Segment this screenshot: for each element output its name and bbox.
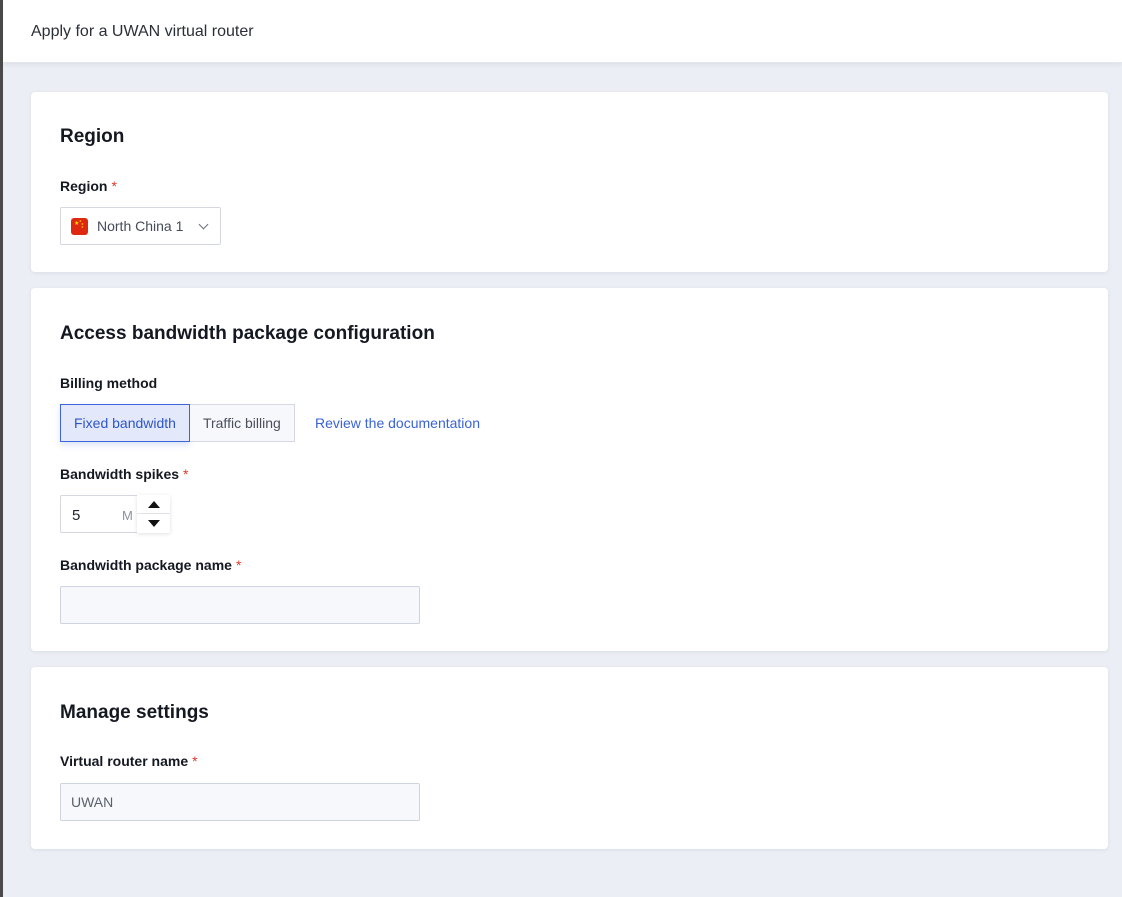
bandwidth-package-card: Access bandwidth package configuration B… bbox=[31, 288, 1108, 651]
stepper-buttons bbox=[137, 495, 170, 533]
increment-button[interactable] bbox=[137, 495, 170, 514]
required-asterisk: * bbox=[183, 466, 189, 482]
china-flag-icon: ★ ★ ★ ★ bbox=[71, 217, 88, 235]
bandwidth-unit: M bbox=[122, 508, 133, 523]
required-asterisk: * bbox=[235, 557, 242, 573]
bandwidth-spikes-value: 5 bbox=[72, 507, 81, 524]
region-select[interactable]: ★ ★ ★ ★ North China 1 bbox=[60, 207, 221, 245]
region-card: Region Region * ★ ★ ★ ★ North China 1 bbox=[31, 92, 1108, 272]
router-name-label-text: Virtual router name bbox=[60, 753, 189, 769]
region-field-label: Region * bbox=[60, 178, 117, 194]
bandwidth-section-heading: Access bandwidth package configuration bbox=[60, 323, 435, 344]
caret-up-icon bbox=[148, 501, 160, 508]
required-asterisk: * bbox=[192, 753, 198, 769]
bandwidth-spikes-label-text: Bandwidth spikes bbox=[60, 466, 180, 482]
region-label-text: Region bbox=[60, 178, 108, 194]
billing-method-label: Billing method bbox=[60, 375, 158, 391]
traffic-billing-option[interactable]: Traffic billing bbox=[189, 404, 295, 442]
router-name-label: Virtual router name * bbox=[60, 753, 198, 769]
bandwidth-package-name-input[interactable] bbox=[60, 586, 420, 624]
virtual-router-name-input[interactable] bbox=[60, 783, 420, 821]
manage-section-heading: Manage settings bbox=[60, 702, 209, 723]
page-header: Apply for a UWAN virtual router bbox=[3, 0, 1122, 63]
bandwidth-spikes-stepper: 5 M bbox=[60, 495, 170, 533]
region-section-heading: Region bbox=[60, 126, 125, 147]
fixed-bandwidth-option[interactable]: Fixed bandwidth bbox=[60, 404, 190, 442]
package-name-label-text: Bandwidth package name bbox=[60, 557, 232, 573]
review-documentation-link[interactable]: Review the documentation bbox=[315, 415, 480, 431]
manage-settings-card: Manage settings Virtual router name * bbox=[31, 667, 1108, 849]
caret-down-icon bbox=[148, 520, 160, 527]
page-title: Apply for a UWAN virtual router bbox=[31, 23, 254, 40]
billing-method-toggle: Fixed bandwidth Traffic billing bbox=[60, 404, 295, 442]
window-edge bbox=[0, 0, 3, 897]
required-asterisk: * bbox=[111, 178, 117, 194]
decrement-button[interactable] bbox=[137, 514, 170, 533]
package-name-label: Bandwidth package name * bbox=[60, 557, 241, 573]
region-select-value: North China 1 bbox=[97, 218, 184, 234]
bandwidth-spikes-label: Bandwidth spikes * bbox=[60, 466, 188, 482]
bandwidth-spikes-input[interactable]: 5 M bbox=[60, 495, 140, 533]
chevron-down-icon bbox=[198, 219, 209, 230]
